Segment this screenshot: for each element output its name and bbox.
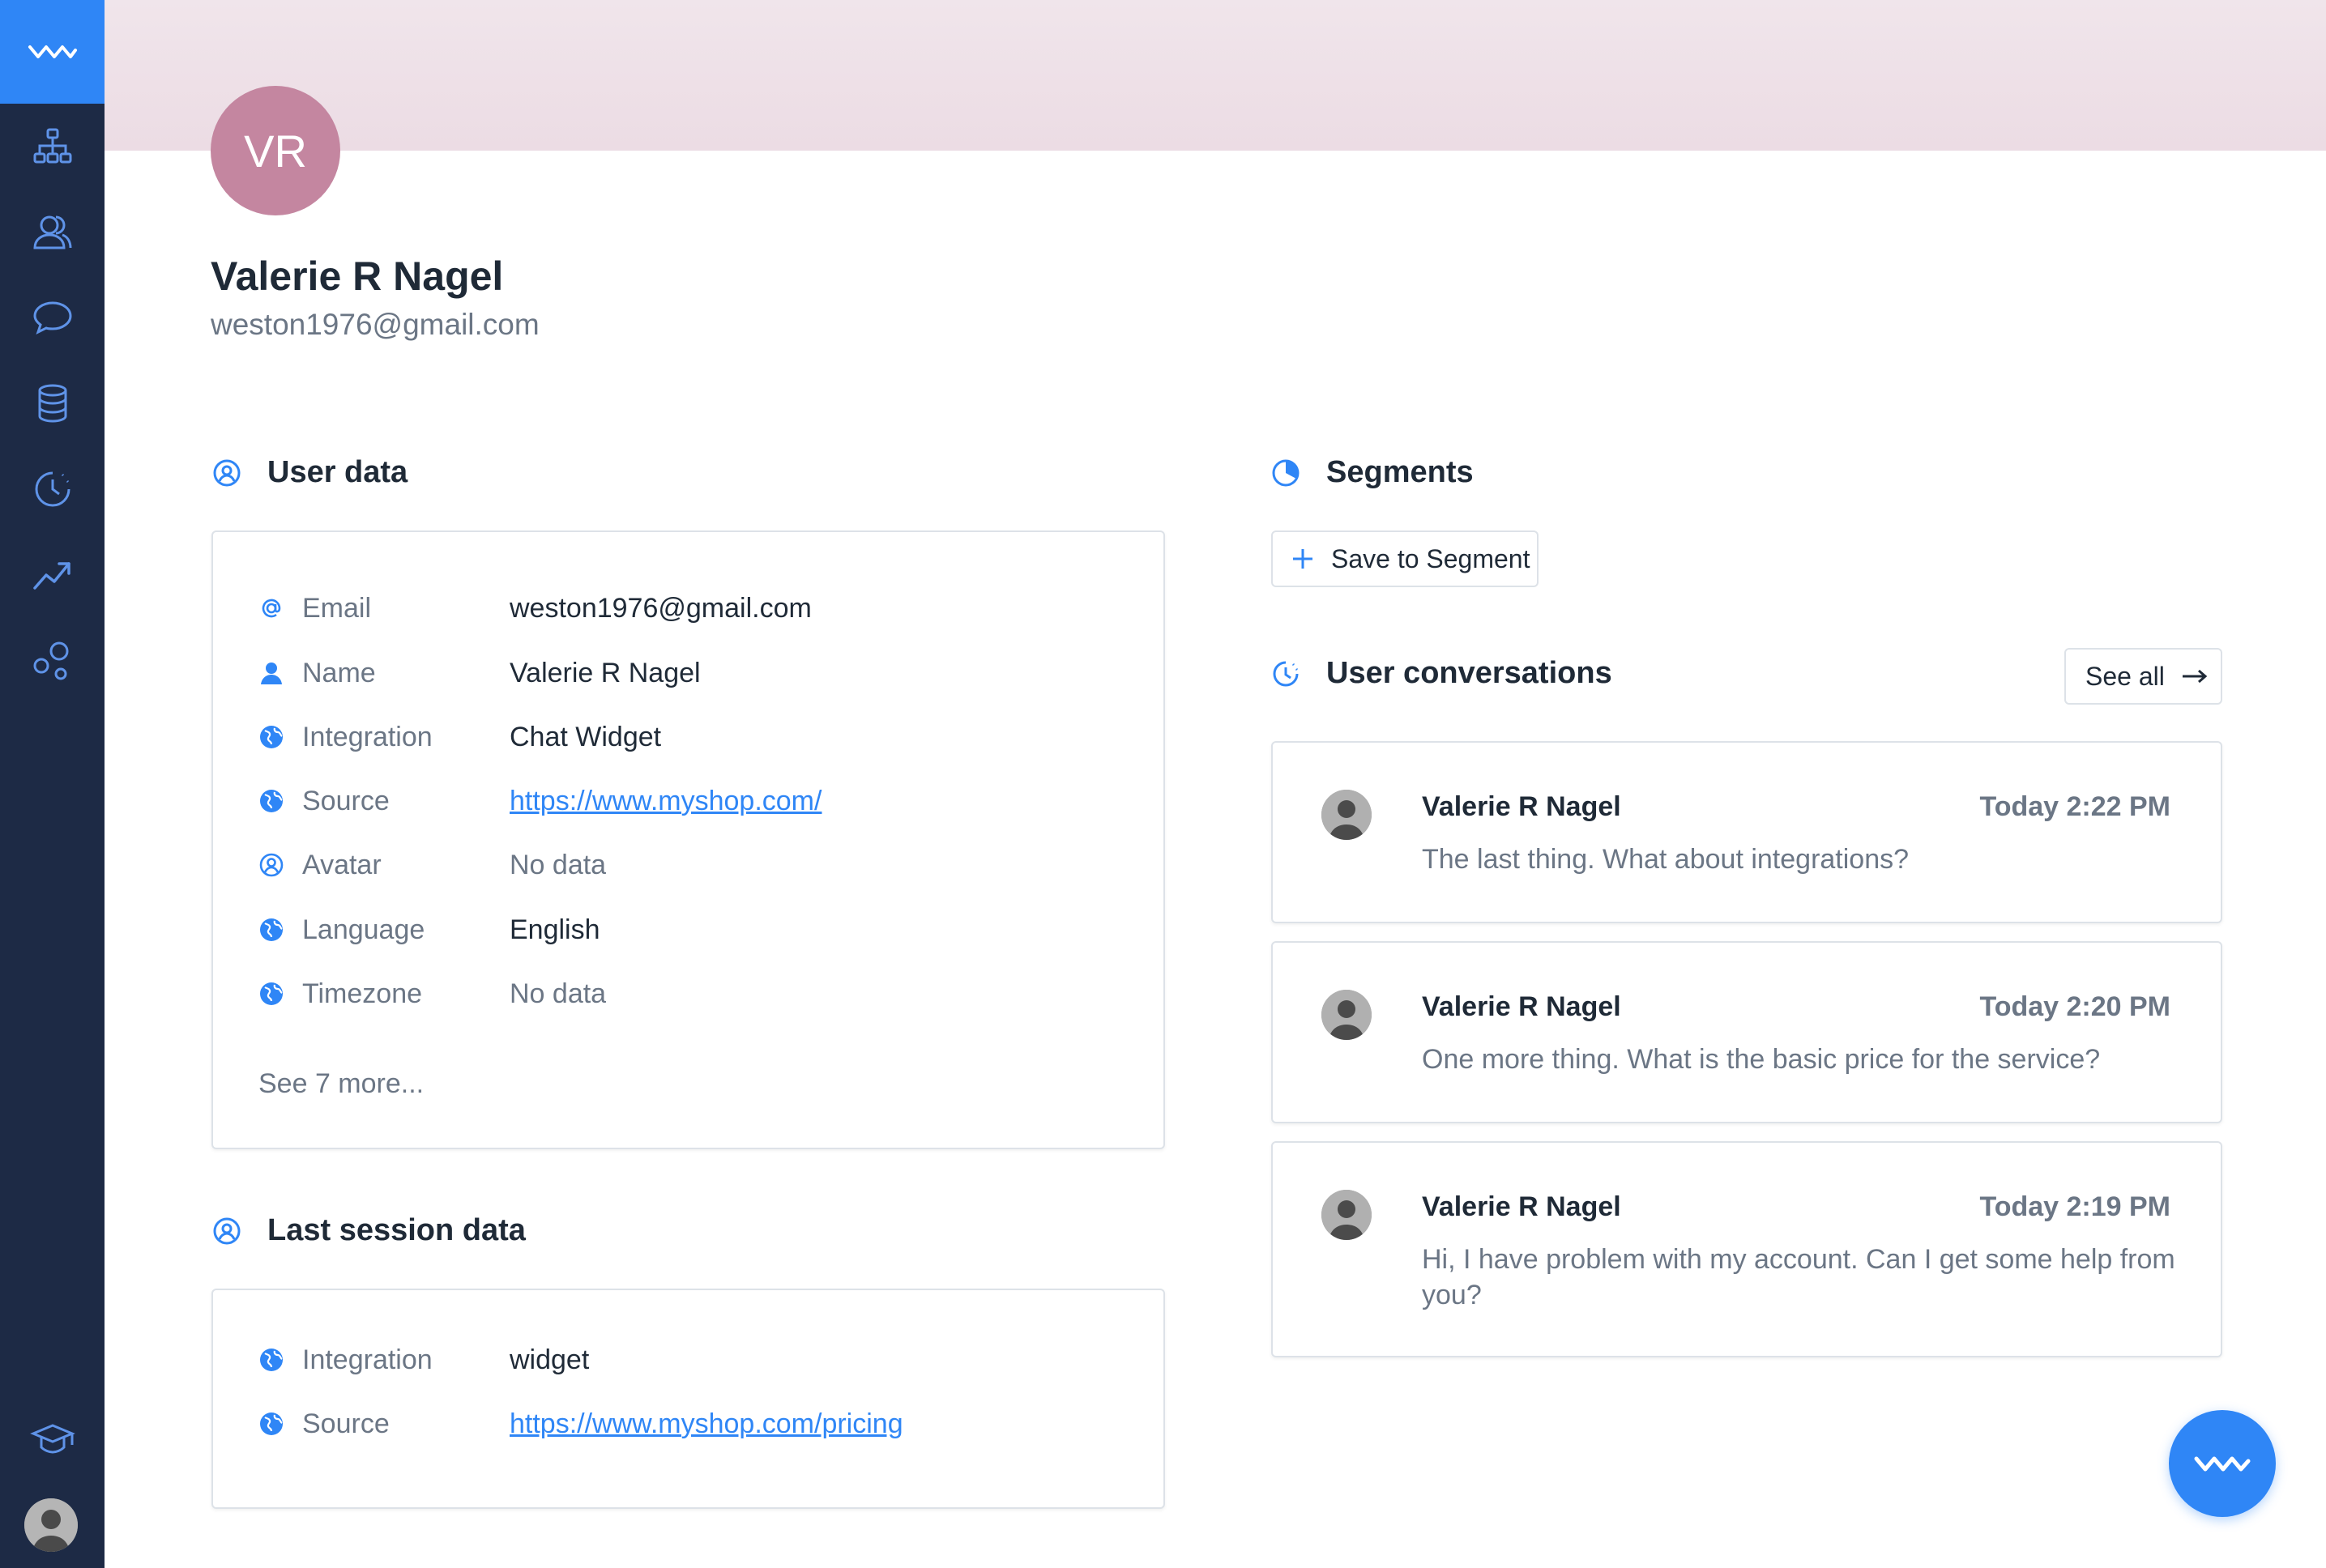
last-session-card: Integration widget Source https://www.my… [211, 1289, 1165, 1509]
see-more-link[interactable]: See 7 more... [258, 1068, 424, 1100]
conversation-name: Valerie R Nagel [1422, 991, 1621, 1022]
globe-icon [260, 1412, 283, 1435]
user-circle-icon [213, 459, 241, 486]
profile-avatar: VR [211, 86, 340, 215]
conversations-heading: User conversations [1271, 656, 1612, 691]
users-icon[interactable] [0, 190, 105, 274]
globe-icon [260, 982, 283, 1005]
user-data-row-language: Language English [258, 912, 600, 948]
user-data-row-avatar: Avatar No data [258, 847, 606, 883]
last-session-heading: Last session data [212, 1213, 526, 1248]
profile-banner [105, 0, 2326, 151]
logo-icon[interactable] [0, 0, 105, 104]
history-icon [1273, 661, 1299, 686]
conversation-message: One more thing. What is the basic price … [1422, 1044, 2101, 1075]
at-icon [262, 599, 281, 618]
session-source-link[interactable]: https://www.myshop.com/pricing [510, 1408, 903, 1440]
user-data-row-name: Name Valerie R Nagel [258, 655, 701, 691]
conversation-message: Hi, I have problem with my account. Can … [1422, 1244, 2175, 1310]
user-data-row-integration: Integration Chat Widget [258, 719, 661, 755]
conversation-item[interactable]: Valerie R Nagel Today 2:20 PM One more t… [1271, 941, 2222, 1123]
conversation-time: Today 2:20 PM [1979, 991, 2170, 1022]
profile-name: Valerie R Nagel [211, 254, 504, 299]
sidebar [0, 0, 105, 1568]
user-circle-icon [213, 1217, 241, 1244]
conversation-item[interactable]: Valerie R Nagel Today 2:19 PM Hi, I have… [1271, 1141, 2222, 1357]
conversation-message: The last thing. What about integrations? [1422, 844, 1910, 875]
user-data-card: Email weston1976@gmail.com Name Valerie … [211, 530, 1165, 1149]
user-data-row-timezone: Timezone No data [258, 976, 606, 1012]
avatar [1321, 790, 1372, 840]
globe-icon [260, 790, 283, 812]
conversation-name: Valerie R Nagel [1422, 1191, 1621, 1222]
globe-icon [260, 726, 283, 748]
pie-chart-icon [1272, 459, 1300, 486]
see-all-button[interactable]: See all [2064, 648, 2222, 705]
hierarchy-icon[interactable] [0, 104, 105, 188]
bubbles-icon[interactable] [0, 619, 105, 703]
person-icon [261, 663, 282, 684]
save-to-segment-button[interactable]: Save to Segment [1271, 530, 1539, 587]
graduation-cap-icon[interactable] [0, 1398, 105, 1482]
logo-icon [2194, 1456, 2251, 1472]
database-icon[interactable] [0, 361, 105, 445]
avatar [1321, 990, 1372, 1040]
history-icon[interactable] [0, 447, 105, 531]
conversation-time: Today 2:22 PM [1979, 791, 2170, 822]
chat-icon[interactable] [0, 275, 105, 360]
avatar [1321, 1190, 1372, 1240]
source-link[interactable]: https://www.myshop.com/ [510, 786, 822, 817]
plus-icon [1293, 549, 1312, 569]
globe-icon [260, 918, 283, 941]
last-session-row-integration: Integration widget [258, 1342, 589, 1378]
globe-icon [260, 1349, 283, 1371]
user-data-heading: User data [212, 455, 408, 490]
user-data-row-email: Email weston1976@gmail.com [258, 590, 812, 626]
chat-widget-button[interactable] [2169, 1410, 2276, 1517]
conversation-name: Valerie R Nagel [1422, 791, 1621, 822]
conversation-time: Today 2:19 PM [1979, 1191, 2170, 1222]
trending-icon[interactable] [0, 533, 105, 617]
user-data-row-source: Source https://www.myshop.com/ [258, 783, 822, 819]
segments-heading: Segments [1271, 455, 1474, 490]
user-avatar[interactable] [24, 1498, 78, 1552]
conversation-item[interactable]: Valerie R Nagel Today 2:22 PM The last t… [1271, 741, 2222, 923]
user-circle-icon [259, 853, 284, 877]
arrow-right-icon [2182, 669, 2208, 684]
last-session-row-source: Source https://www.myshop.com/pricing [258, 1406, 903, 1442]
profile-email: weston1976@gmail.com [211, 308, 540, 341]
